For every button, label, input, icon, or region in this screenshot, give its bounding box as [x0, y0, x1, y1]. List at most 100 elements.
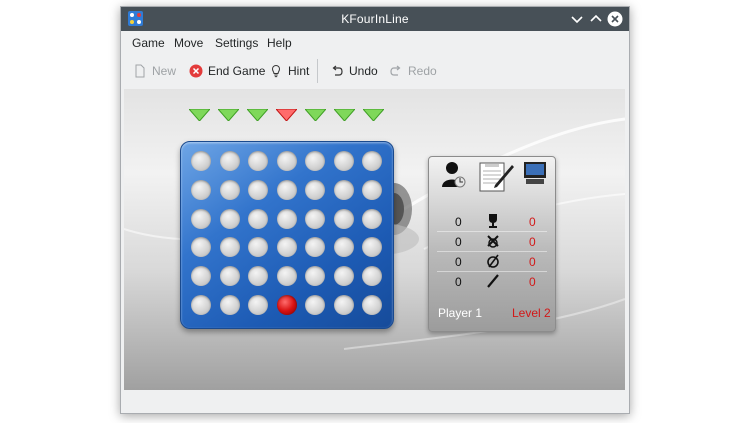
- column-marker-2[interactable]: [218, 109, 239, 121]
- aborted-icon: [487, 274, 499, 288]
- end-game-icon: [189, 64, 203, 78]
- computer-score: 0: [529, 255, 536, 269]
- column-marker-3[interactable]: [247, 109, 268, 121]
- column-marker-1[interactable]: [189, 109, 210, 121]
- board-hole[interactable]: [219, 179, 240, 200]
- score-row: 00: [429, 233, 555, 251]
- board-hole[interactable]: [362, 295, 382, 315]
- board-hole[interactable]: [333, 237, 354, 258]
- window-title: KFourInLine: [341, 12, 409, 26]
- menu-help[interactable]: Help: [267, 36, 292, 50]
- board-hole[interactable]: [305, 208, 325, 229]
- redo-label: Redo: [408, 64, 437, 78]
- game-board-area[interactable]: 00000000 Player 1 Level 2: [124, 89, 625, 390]
- board-hole[interactable]: [305, 237, 325, 258]
- board-hole[interactable]: [248, 266, 268, 287]
- board-hole[interactable]: [248, 151, 268, 171]
- player-score: 0: [455, 255, 462, 269]
- board-hole[interactable]: [333, 151, 354, 171]
- board-hole[interactable]: [305, 266, 325, 287]
- toolbar-separator: [317, 59, 318, 83]
- board-hole[interactable]: [276, 151, 297, 171]
- board-hole[interactable]: [248, 237, 268, 258]
- kfourinline-window: KFourInLine Game Move Settings Help New: [120, 6, 630, 414]
- win-trophy-icon: [489, 214, 497, 228]
- menu-bar: Game Move Settings Help: [121, 31, 629, 55]
- minimize-icon[interactable]: [569, 11, 585, 27]
- notepad-icon: [479, 162, 514, 192]
- board-hole[interactable]: [248, 295, 268, 315]
- board-hole[interactable]: [191, 295, 211, 315]
- column-marker-5[interactable]: [305, 109, 326, 121]
- toolbar: New End Game Hint Undo Redo: [121, 55, 629, 87]
- maximize-icon[interactable]: [588, 11, 604, 27]
- board-hole[interactable]: [276, 208, 297, 229]
- hint-button[interactable]: Hint: [269, 61, 309, 81]
- score-divider: [437, 251, 547, 252]
- board-hole[interactable]: [219, 237, 240, 258]
- board-hole[interactable]: [191, 266, 211, 287]
- board-hole[interactable]: [362, 179, 382, 200]
- board-hole[interactable]: [276, 266, 297, 287]
- board-hole[interactable]: [219, 295, 240, 315]
- board-hole[interactable]: [219, 208, 240, 229]
- board-hole[interactable]: [276, 179, 297, 200]
- board-hole[interactable]: [362, 237, 382, 258]
- board-hole[interactable]: [305, 179, 325, 200]
- board-hole[interactable]: [248, 208, 268, 229]
- board-hole[interactable]: [333, 295, 354, 315]
- new-document-icon: [135, 64, 145, 78]
- board-piece-red[interactable]: [276, 295, 297, 315]
- board-hole[interactable]: [248, 179, 268, 200]
- board-hole[interactable]: [333, 266, 354, 287]
- board-hole[interactable]: [191, 179, 211, 200]
- board-hole[interactable]: [191, 208, 211, 229]
- board-hole[interactable]: [362, 266, 382, 287]
- board-hole[interactable]: [305, 151, 325, 171]
- player-label: Player 1: [438, 306, 483, 320]
- end-game-button[interactable]: End Game: [189, 61, 265, 81]
- board-hole[interactable]: [191, 237, 211, 258]
- title-bar: KFourInLine: [121, 7, 629, 31]
- redo-button[interactable]: Redo: [389, 61, 437, 81]
- close-window-icon[interactable]: [607, 11, 623, 27]
- board-hole[interactable]: [276, 237, 297, 258]
- end-game-label: End Game: [208, 64, 266, 78]
- hint-label: Hint: [288, 64, 310, 78]
- new-label: New: [152, 64, 177, 78]
- draw-icon: [487, 254, 499, 268]
- status-bar: [121, 390, 629, 413]
- player-user-icon: [442, 162, 466, 188]
- column-marker-4[interactable]: [276, 109, 297, 121]
- board-hole[interactable]: [219, 266, 240, 287]
- board-hole[interactable]: [219, 151, 240, 171]
- board-hole[interactable]: [305, 295, 325, 315]
- column-marker-7[interactable]: [363, 109, 384, 121]
- computer-score: 0: [529, 215, 536, 229]
- menu-game[interactable]: Game: [132, 36, 165, 50]
- undo-icon: [332, 65, 343, 76]
- menu-settings[interactable]: Settings: [215, 36, 258, 50]
- computer-monitor-icon: [524, 162, 546, 184]
- player-score: 0: [455, 215, 462, 229]
- loss-icon: [487, 235, 499, 248]
- board-hole[interactable]: [362, 208, 382, 229]
- score-divider: [437, 271, 547, 272]
- computer-score: 0: [529, 275, 536, 289]
- board-hole[interactable]: [191, 151, 211, 171]
- redo-icon: [390, 65, 401, 76]
- undo-button[interactable]: Undo: [330, 61, 378, 81]
- player-score: 0: [455, 235, 462, 249]
- board-hole[interactable]: [333, 208, 354, 229]
- board-hole[interactable]: [362, 151, 382, 171]
- new-button[interactable]: New: [133, 61, 176, 81]
- menu-move[interactable]: Move: [174, 36, 203, 50]
- score-panel: 00000000 Player 1 Level 2: [428, 156, 556, 332]
- board-hole[interactable]: [333, 179, 354, 200]
- lightbulb-icon: [271, 64, 281, 78]
- column-marker-6[interactable]: [334, 109, 355, 121]
- undo-label: Undo: [349, 64, 378, 78]
- score-row: 00: [429, 273, 555, 291]
- computer-score: 0: [529, 235, 536, 249]
- connect-four-board[interactable]: [180, 141, 394, 329]
